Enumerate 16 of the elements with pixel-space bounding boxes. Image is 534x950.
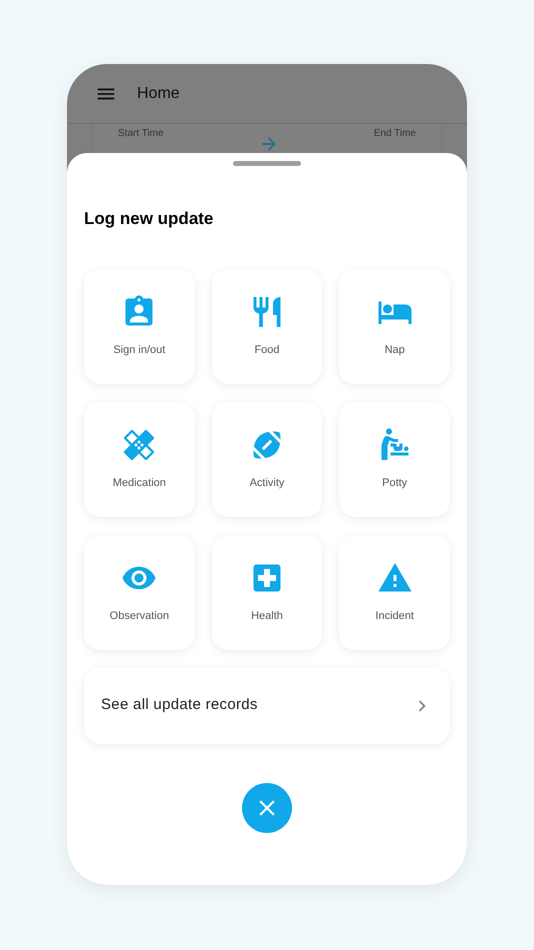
end-time-label: End Time: [374, 127, 416, 141]
records-link[interactable]: See all update records: [84, 668, 450, 744]
update-tile[interactable]: Nap: [339, 268, 450, 384]
update-tile[interactable]: Food: [212, 268, 322, 384]
header-title: Home: [137, 84, 180, 104]
update-tile[interactable]: Potty: [339, 402, 450, 516]
update-tile[interactable]: Observation: [84, 534, 195, 650]
update-tile[interactable]: Sign in/out: [84, 268, 195, 384]
update-tile[interactable]: Medication: [84, 402, 195, 516]
update-tile[interactable]: Incident: [339, 534, 450, 650]
update-tile[interactable]: Activity: [212, 402, 322, 516]
sheet-title: Log new update: [84, 208, 214, 230]
drag-handle[interactable]: [233, 161, 301, 166]
close-button[interactable]: [242, 782, 292, 832]
start-time-label: Start Time: [118, 127, 164, 141]
update-tile[interactable]: Health: [212, 534, 322, 650]
